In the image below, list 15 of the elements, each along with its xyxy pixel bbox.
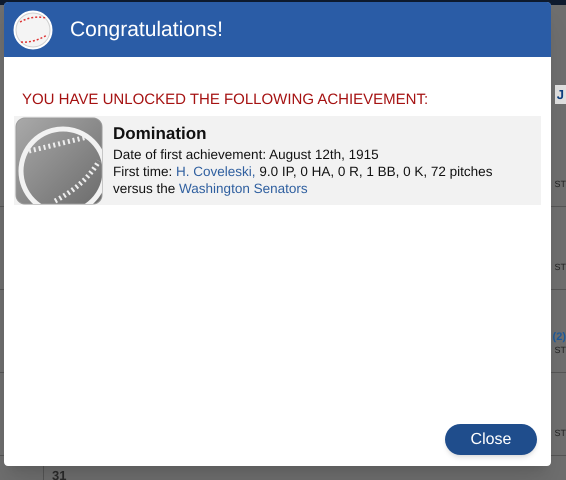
close-button[interactable]: Close [445, 424, 537, 455]
achievement-date: Date of first achievement: August 12th, 1915 [113, 146, 380, 163]
player-link[interactable]: H. Coveleski, [176, 164, 256, 179]
achievement-heading: YOU HAVE UNLOCKED THE FOLLOWING ACHIEVEMENT: [22, 90, 430, 110]
day-number: 31 [52, 469, 68, 480]
achievement-name: Domination [113, 122, 208, 144]
game-time: ST [554, 344, 566, 356]
first-time-text: First time: H. Coveleski, 9.0 IP, 0 HA, 0 R, 1 BB, 0 K, 72 pitches versus the Washington Senators [113, 162, 494, 197]
game-time: ST [554, 262, 566, 273]
team-link[interactable]: Washington Senators [179, 180, 308, 196]
dialog-title: Congratulations! [70, 16, 223, 43]
calendar-link[interactable]: J [554, 84, 566, 104]
game-time: ST [554, 178, 566, 190]
game-time: ST [554, 428, 566, 439]
baseball-icon [12, 8, 54, 50]
